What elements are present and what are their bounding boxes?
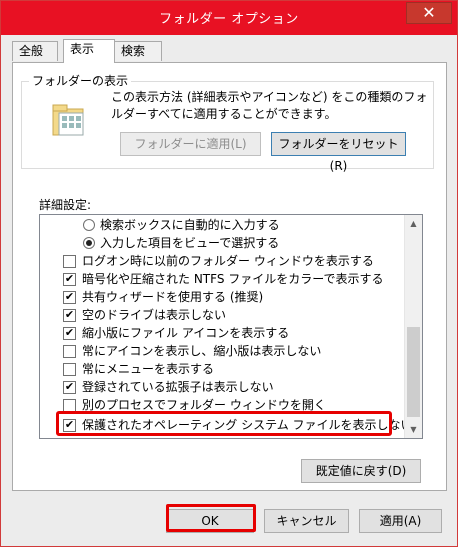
checkmark-icon: ✔ (64, 308, 75, 321)
highlight-annotation-protected-files (56, 411, 392, 436)
list-item-label: 共有ウィザードを使用する (推奨) (82, 290, 264, 304)
tab-search[interactable]: 検索 (114, 41, 162, 61)
close-icon: ✕ (422, 3, 436, 22)
checkmark-icon: ✔ (64, 272, 75, 285)
list-item-label: 検索ボックスに自動的に入力する (100, 218, 280, 232)
checkbox[interactable] (63, 255, 76, 268)
checkbox[interactable]: ✔ (63, 380, 76, 394)
window-title: フォルダー オプション (159, 12, 299, 27)
list-item-label: 入力した項目をビューで選択する (100, 236, 280, 250)
list-item-label: 登録されている拡張子は表示しない (82, 380, 274, 394)
checkmark-icon: ✔ (64, 326, 75, 339)
tab-general[interactable]: 全般 (12, 41, 58, 61)
tab-view[interactable]: 表示 (63, 39, 115, 63)
checkmark-icon: ✔ (64, 290, 75, 303)
scroll-up-arrow-icon[interactable]: ▲ (405, 215, 422, 232)
radio-selected-dot (86, 240, 92, 246)
cancel-button[interactable]: キャンセル (264, 509, 349, 533)
list-item-label: 暗号化や圧縮された NTFS ファイルをカラーで表示する (82, 272, 384, 286)
checkmark-icon: ✔ (64, 380, 75, 393)
checkbox[interactable] (63, 345, 76, 358)
title-bar[interactable]: フォルダー オプション ✕ (1, 1, 457, 35)
checkbox[interactable]: ✔ (63, 272, 76, 286)
apply-to-folders-button[interactable]: フォルダーに適用(L) (120, 132, 261, 156)
scroll-thumb[interactable] (407, 327, 420, 417)
radio-autotype[interactable] (83, 219, 95, 231)
list-item-label: 常にアイコンを表示し、縮小版は表示しない (82, 344, 322, 358)
apply-button[interactable]: 適用(A) (359, 509, 442, 533)
checkbox[interactable] (63, 363, 76, 376)
scroll-down-arrow-icon[interactable]: ▼ (405, 421, 422, 438)
radio-select-typed[interactable] (83, 237, 95, 249)
list-item-label: 空のドライブは表示しない (82, 308, 227, 322)
checkbox[interactable]: ✔ (63, 290, 76, 304)
restore-defaults-button[interactable]: 既定値に戻す(D) (301, 459, 421, 483)
advanced-settings-label: 詳細設定: (39, 198, 92, 212)
folder-options-window: フォルダー オプション ✕ 全般 表示 検索 フォルダーの表示 この表示方法 (… (0, 0, 458, 547)
close-button[interactable]: ✕ (406, 2, 452, 24)
highlight-annotation-ok (166, 504, 256, 532)
checkbox[interactable]: ✔ (63, 326, 76, 340)
list-item-label: 縮小版にファイル アイコンを表示する (82, 326, 290, 340)
folder-view-group-label: フォルダーの表示 (29, 72, 132, 89)
reset-folders-button[interactable]: フォルダーをリセット(R) (271, 132, 406, 173)
list-item-label: ログオン時に以前のフォルダー ウィンドウを表示する (82, 254, 374, 268)
folder-view-description: この表示方法 (詳細表示やアイコンなど) をこの種類のフォルダーすべてに適用する… (111, 90, 428, 121)
checkbox[interactable]: ✔ (63, 308, 76, 322)
advanced-settings-list[interactable]: 検索ボックスに自動的に入力する 入力した項目をビューで選択する ログオン時に以前… (39, 214, 423, 439)
advanced-list-scrollbar[interactable]: ▲ ▼ (404, 215, 422, 438)
folder-view-icon (52, 104, 84, 136)
list-item-label: 常にメニューを表示する (82, 362, 215, 376)
